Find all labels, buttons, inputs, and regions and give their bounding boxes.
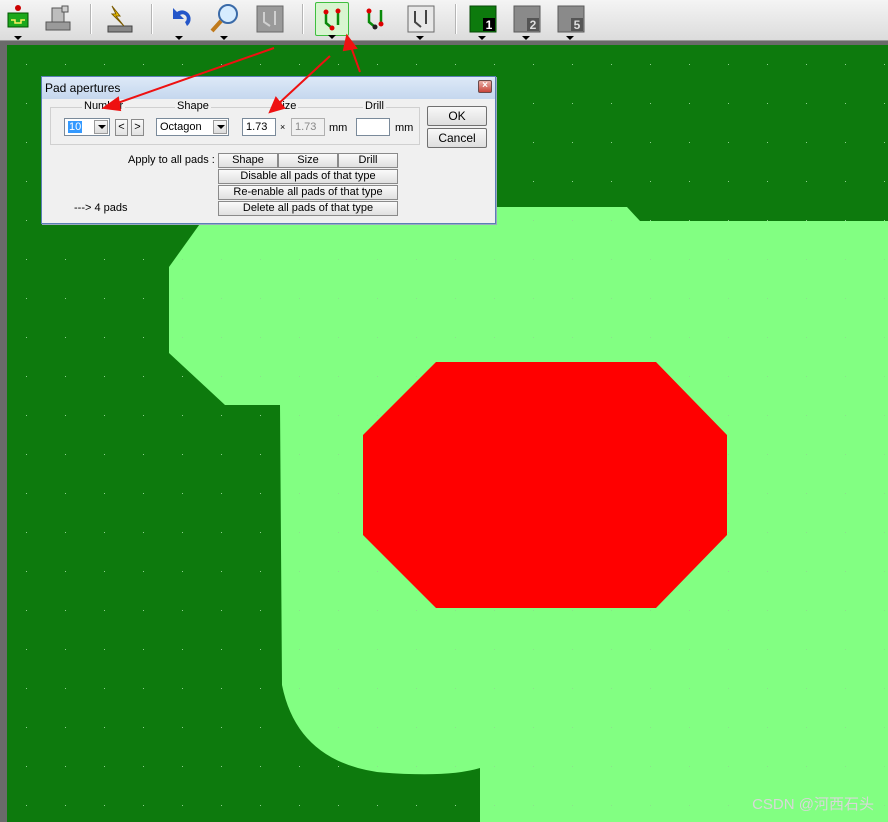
undo-button[interactable]	[163, 2, 197, 40]
apply-size-button[interactable]: Size	[278, 153, 338, 168]
number-select[interactable]: 10	[64, 118, 110, 136]
pcb-track-gray-icon	[407, 5, 435, 33]
aperture-group: Number Shape Size Drill 10 < > Octagon 1…	[50, 100, 420, 145]
close-button[interactable]: ×	[478, 80, 492, 93]
layer-5-number: 5	[574, 18, 581, 32]
pcb-track-active-icon	[323, 8, 341, 31]
shape-select[interactable]: Octagon	[156, 118, 229, 136]
watermark: CSDN @河西石头	[752, 796, 874, 813]
undo-icon	[173, 8, 191, 26]
pcb-track-button[interactable]	[253, 2, 287, 36]
pads-count-label: ---> 4 pads	[74, 202, 128, 214]
drill-input[interactable]	[356, 118, 390, 136]
pcb-track-gray-button[interactable]	[404, 2, 438, 40]
layer-1-number: 1	[486, 18, 493, 32]
dialog-title: Pad apertures	[45, 81, 121, 95]
apply-shape-button[interactable]: Shape	[218, 153, 278, 168]
layer-1-icon: 1	[469, 5, 497, 33]
layer-1-button[interactable]: 1	[466, 2, 500, 40]
size2-input: 1.73	[291, 118, 325, 136]
layer-2-icon: 2	[513, 5, 541, 33]
delete-pads-button[interactable]: Delete all pads of that type	[218, 201, 398, 216]
chevron-down-icon[interactable]	[94, 120, 108, 134]
ok-button[interactable]: OK	[427, 106, 487, 126]
size-unit: mm	[329, 122, 348, 134]
layer-2-button[interactable]: 2	[510, 2, 544, 40]
close-icon: ×	[482, 80, 488, 91]
octagon-pad[interactable]	[363, 362, 727, 608]
reenable-pads-button[interactable]: Re-enable all pads of that type	[218, 185, 398, 200]
size-input[interactable]: 1.73	[242, 118, 276, 136]
solder-iron-button[interactable]	[40, 2, 74, 36]
number-value: 10	[68, 121, 83, 133]
solder-iron-icon	[45, 5, 71, 31]
times-sign: ×	[280, 122, 286, 132]
zoom-icon	[210, 4, 238, 33]
board-properties-icon	[7, 5, 29, 28]
drill-group-label: Drill	[363, 100, 386, 112]
zoom-button[interactable]	[208, 2, 242, 40]
layer-5-button[interactable]: 5	[554, 2, 588, 40]
shape-value: Octagon	[160, 121, 202, 133]
pcb-track-active-button[interactable]	[315, 2, 349, 39]
pcb-track-icon	[256, 5, 284, 33]
main-toolbar: 1 2 5	[0, 0, 888, 41]
cancel-button[interactable]: Cancel	[427, 128, 487, 148]
pad-apertures-dialog: Pad apertures × Number Shape Size Drill …	[41, 76, 496, 224]
prev-number-button[interactable]: <	[115, 119, 128, 136]
layer-5-icon: 5	[557, 5, 585, 33]
apply-to-all-label: Apply to all pads :	[128, 154, 215, 166]
dialog-title-bar[interactable]: Pad apertures ×	[42, 77, 495, 99]
board-properties-button[interactable]	[2, 2, 36, 40]
pcb-track-red-icon	[366, 8, 384, 30]
number-group-label: Number	[82, 100, 126, 112]
next-number-button[interactable]: >	[131, 119, 144, 136]
size-group-label: Size	[273, 100, 299, 112]
autoroute-flash-icon	[107, 5, 133, 33]
shape-group-label: Shape	[175, 100, 211, 112]
drill-unit: mm	[395, 122, 414, 134]
chevron-down-icon[interactable]	[213, 120, 227, 134]
pcb-track-red-button[interactable]	[359, 2, 393, 36]
disable-pads-button[interactable]: Disable all pads of that type	[218, 169, 398, 184]
autoroute-flash-button[interactable]	[102, 2, 136, 36]
layer-2-number: 2	[530, 18, 537, 32]
apply-drill-button[interactable]: Drill	[338, 153, 398, 168]
